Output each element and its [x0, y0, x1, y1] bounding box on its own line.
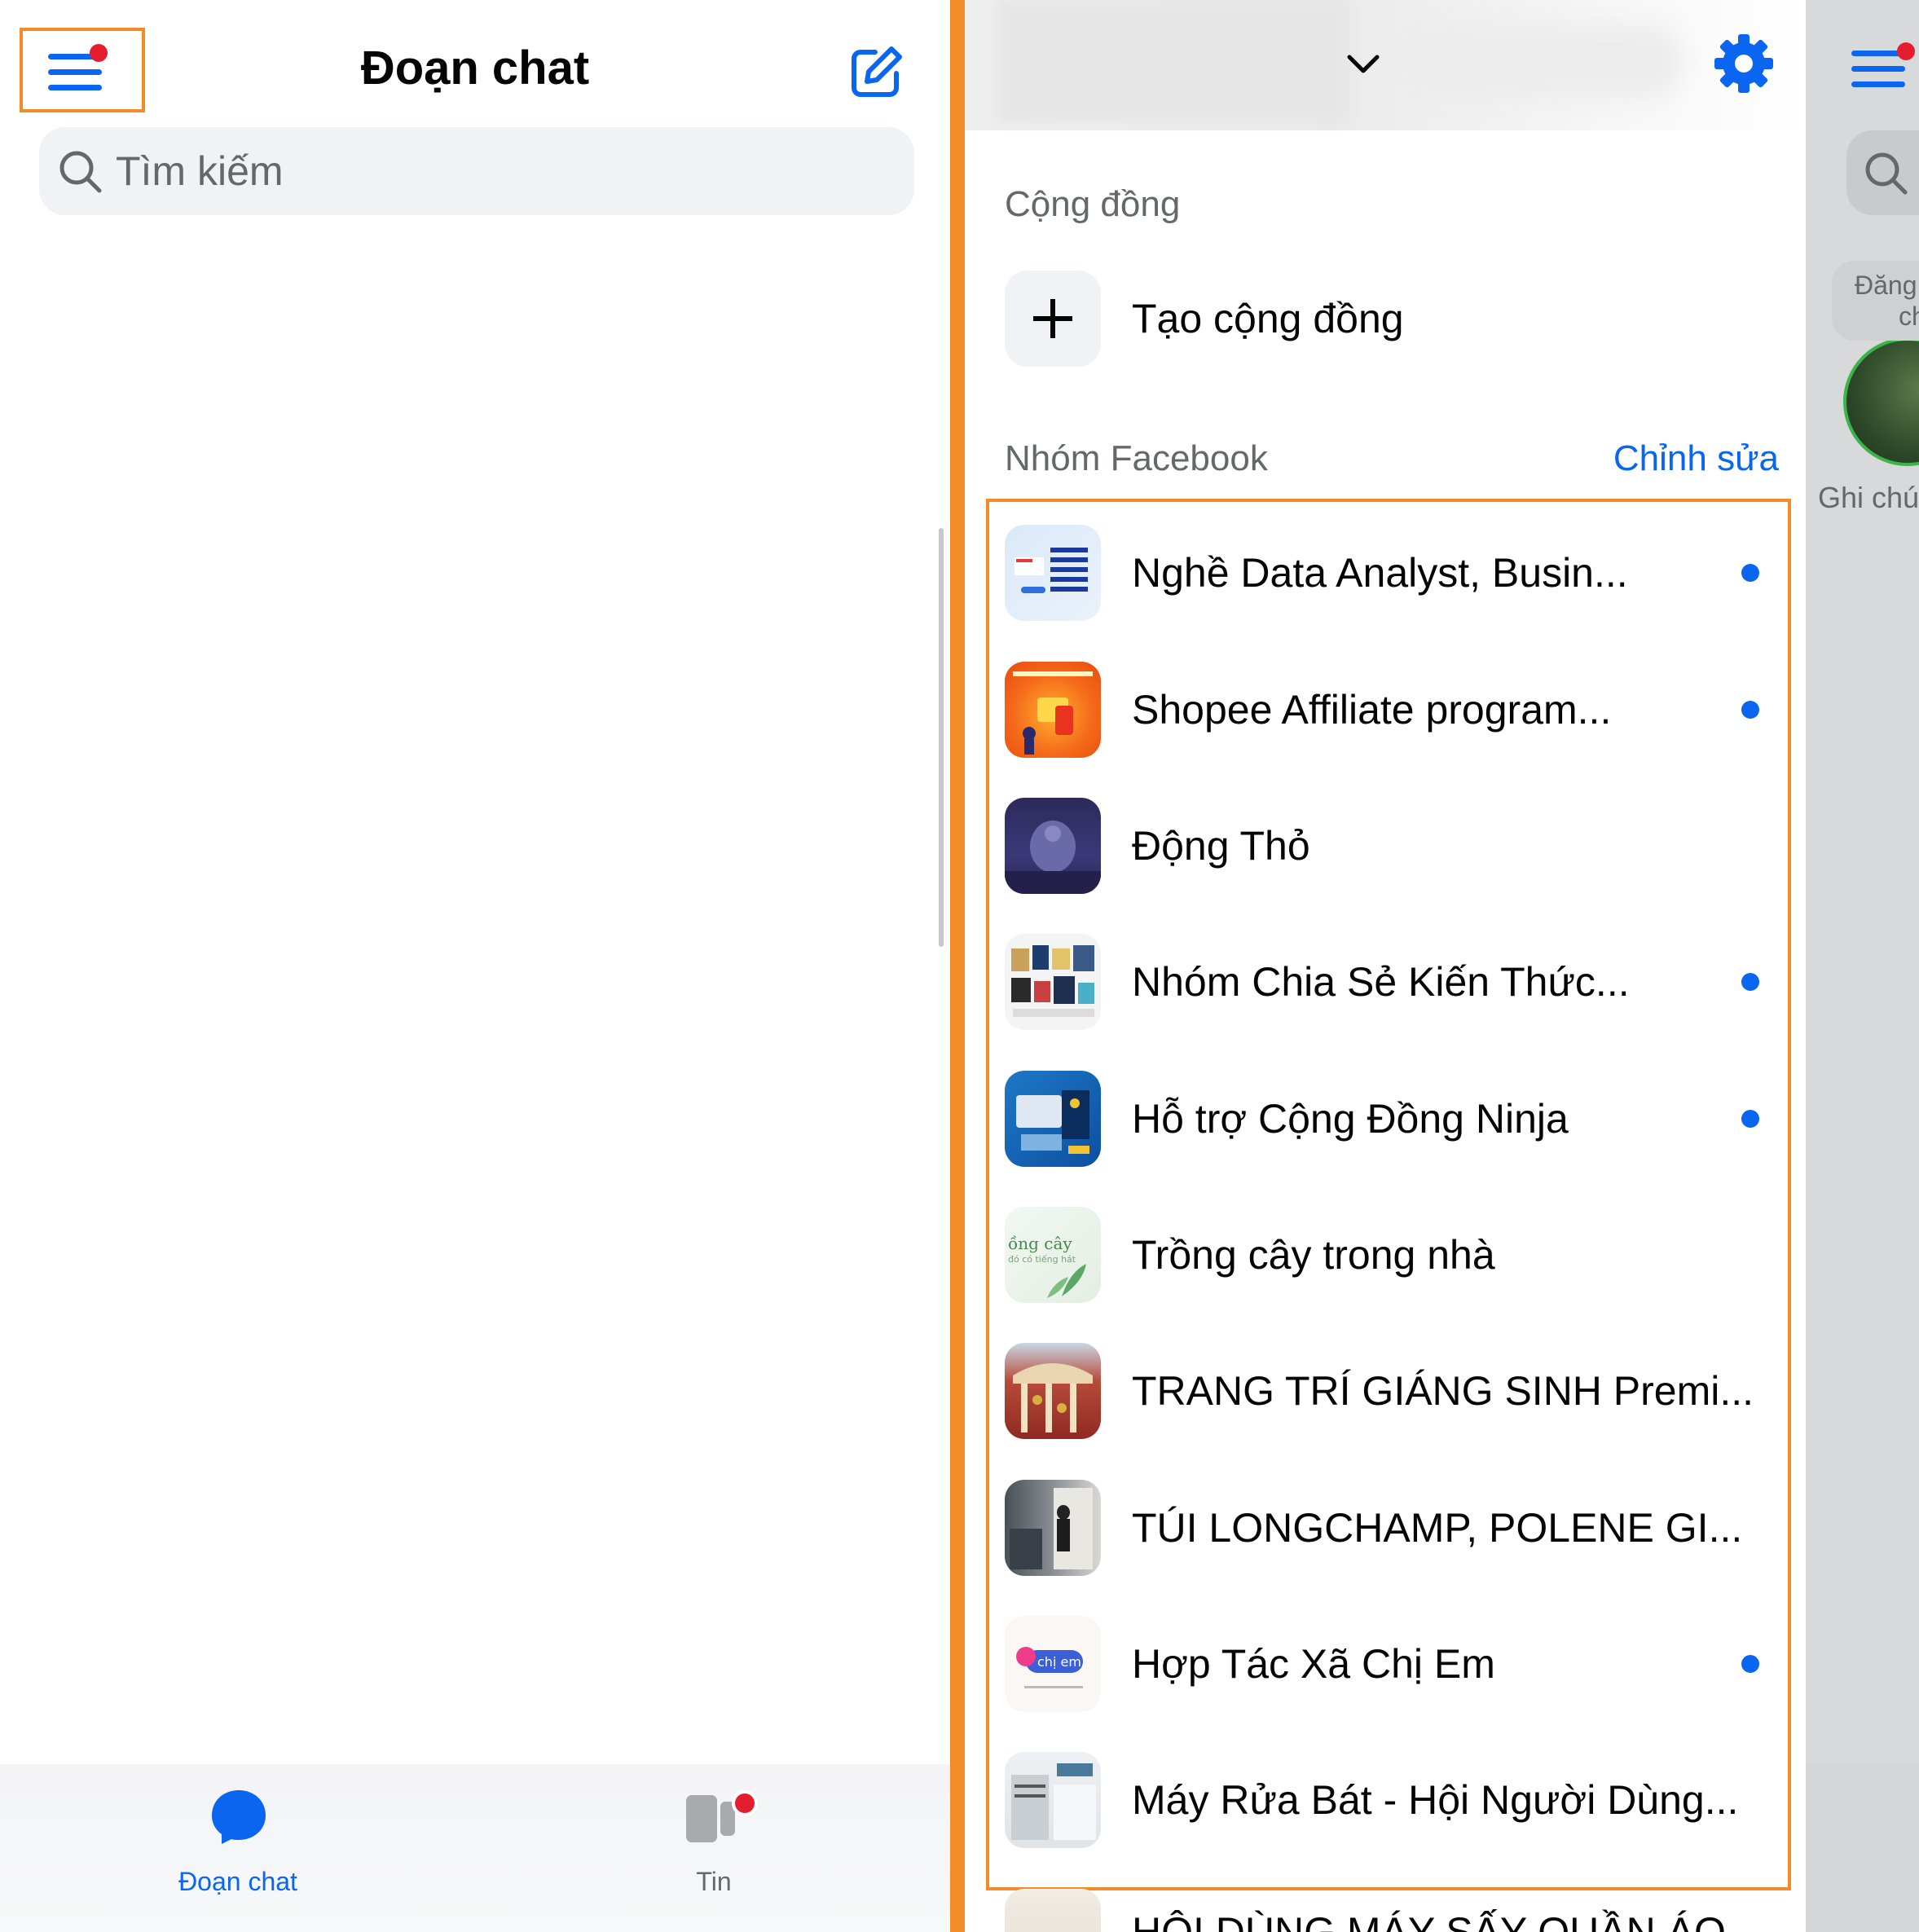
group-name: HỘI DÙNG MÁY SẤY QUẦN ÁO: [1132, 1909, 1726, 1932]
account-switcher[interactable]: [965, 0, 1806, 130]
group-name: Hỗ trợ Cộng Đồng Ninja: [1132, 1096, 1569, 1142]
group-avatar: [1005, 525, 1101, 621]
search-icon: [1865, 152, 1908, 195]
group-item[interactable]: TRANG TRÍ GIÁNG SINH Premi...: [1005, 1343, 1787, 1441]
tab-bar-peek: [1806, 1764, 1919, 1932]
tab-chats[interactable]: Đoạn chat: [116, 1782, 360, 1921]
group-item[interactable]: Nhóm Chia Sẻ Kiến Thức...: [1005, 934, 1787, 1032]
group-name: Shopee Affiliate program...: [1132, 687, 1612, 733]
tab-stories-label: Tin: [696, 1867, 732, 1896]
avatar: [1843, 337, 1919, 466]
groups-section-title: Nhóm Facebook: [1005, 438, 1268, 478]
compose-button[interactable]: [847, 42, 906, 101]
unread-dot: [1741, 973, 1759, 991]
svg-text:ồng cây: ồng cây: [1008, 1234, 1072, 1253]
tab-chats-label: Đoạn chat: [178, 1867, 297, 1896]
unread-dot: [1741, 1655, 1759, 1673]
group-item[interactable]: Shopee Affiliate program...: [1005, 662, 1787, 759]
group-name: TRANG TRÍ GIÁNG SINH Premi...: [1132, 1368, 1754, 1414]
create-community-button[interactable]: Tạo cộng đồng: [1005, 271, 1779, 368]
chat-bubble-icon: [212, 1790, 266, 1844]
unread-dot: [1741, 564, 1759, 582]
search-input[interactable]: [114, 142, 851, 200]
group-name: TÚI LONGCHAMP, POLENE GI...: [1132, 1505, 1743, 1551]
panel-divider: [950, 0, 965, 1932]
group-name: Nghề Data Analyst, Busin...: [1132, 550, 1628, 596]
group-item[interactable]: Động Thỏ: [1005, 798, 1787, 896]
group-name: Máy Rửa Bát - Hội Người Dùng...: [1132, 1777, 1739, 1823]
group-avatar: [1005, 934, 1101, 1030]
group-item[interactable]: Nghề Data Analyst, Busin...: [1005, 525, 1787, 623]
group-avatar: [1005, 662, 1101, 758]
account-detail-blurred: [1421, 24, 1682, 98]
group-name: Động Thỏ: [1132, 823, 1310, 869]
search-bar[interactable]: [39, 127, 914, 215]
group-item[interactable]: chị em Hợp Tác Xã Chị Em: [1005, 1616, 1787, 1714]
notification-dot: [1897, 42, 1915, 60]
group-avatar: [1005, 1071, 1101, 1167]
group-item[interactable]: ồng cây đó có tiếng hát Trồng cây trong n…: [1005, 1207, 1787, 1305]
chevron-down-icon[interactable]: [1345, 46, 1382, 83]
group-avatar: [1005, 1752, 1101, 1848]
chats-panel: Đoạn chat Đoạn chat Tin: [0, 0, 950, 1932]
svg-text:đó có tiếng hát: đó có tiếng hát: [1008, 1254, 1076, 1265]
bottom-tab-bar: Đoạn chat Tin: [0, 1764, 950, 1932]
svg-text:chị em: chị em: [1037, 1654, 1081, 1670]
note-bubble-text: Đăng: [1855, 271, 1917, 300]
edit-groups-link[interactable]: Chỉnh sửa: [1613, 438, 1779, 479]
group-name: Nhóm Chia Sẻ Kiến Thức...: [1132, 959, 1630, 1005]
unread-dot: [1741, 1110, 1759, 1128]
group-item[interactable]: Máy Rửa Bát - Hội Người Dùng...: [1005, 1752, 1787, 1850]
note-bubble: Đăng chú: [1832, 261, 1919, 341]
create-community-label: Tạo cộng đồng: [1132, 296, 1404, 341]
search-bar: [1846, 130, 1919, 215]
group-name: Hợp Tác Xã Chị Em: [1132, 1641, 1495, 1687]
side-drawer: Cộng đồng Tạo cộng đồng Nhóm Facebook Ch…: [965, 0, 1806, 1932]
gear-icon[interactable]: [1713, 33, 1775, 95]
group-name: Trồng cây trong nhà: [1132, 1232, 1495, 1278]
group-item[interactable]: Hỗ trợ Cộng Đồng Ninja: [1005, 1071, 1787, 1168]
page-title: Đoạn chat: [360, 42, 590, 95]
stories-notification-dot: [732, 1790, 758, 1816]
group-avatar: [1005, 1889, 1101, 1932]
compose-icon: [852, 46, 902, 97]
unread-dot: [1741, 701, 1759, 719]
community-section-title: Cộng đồng: [1005, 184, 1181, 224]
group-avatar: [1005, 798, 1101, 894]
dimmed-chats-peek[interactable]: Đăng chú Ghi chú: [1806, 0, 1919, 1932]
group-item[interactable]: TÚI LONGCHAMP, POLENE GI...: [1005, 1480, 1787, 1578]
group-avatar: [1005, 1343, 1101, 1439]
group-avatar: chị em: [1005, 1616, 1101, 1712]
plus-icon: [1005, 271, 1101, 367]
tab-stories[interactable]: Tin: [592, 1782, 836, 1921]
search-icon: [59, 151, 102, 193]
scrollbar[interactable]: [939, 528, 944, 947]
account-name-blurred: [997, 0, 1348, 122]
hamburger-icon: [1851, 51, 1905, 97]
group-avatar: ồng cây đó có tiếng hát: [1005, 1207, 1101, 1303]
note-label: Ghi chú: [1818, 481, 1919, 514]
group-avatar: [1005, 1480, 1101, 1576]
group-item[interactable]: HỘI DÙNG MÁY SẤY QUẦN ÁO: [1005, 1889, 1787, 1932]
note-bubble-text: chú: [1899, 301, 1919, 331]
